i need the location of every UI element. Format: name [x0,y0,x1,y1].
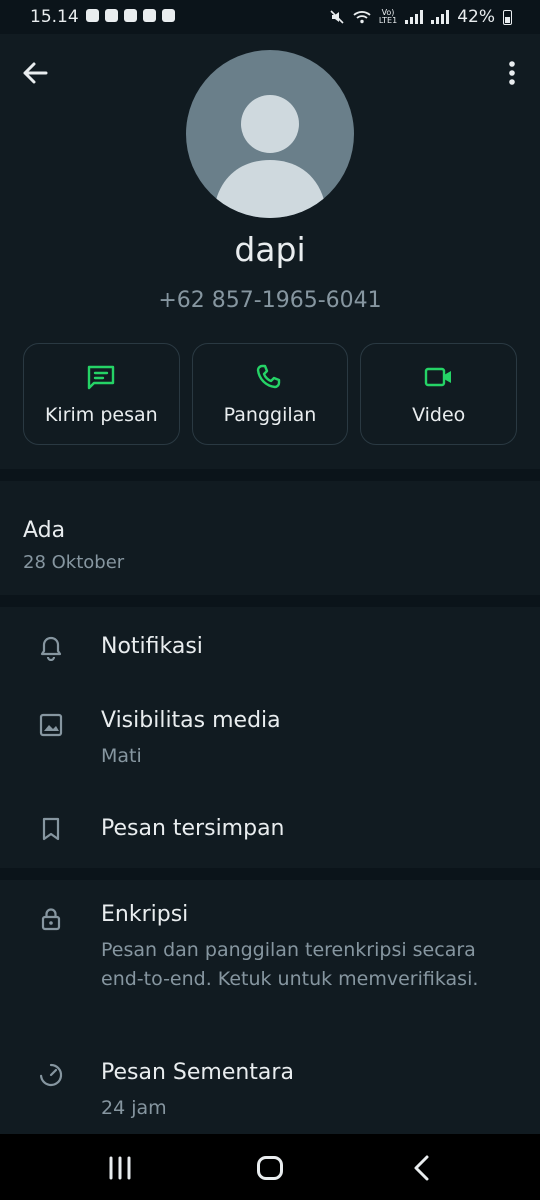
send-message-button[interactable]: Kirim pesan [23,343,180,445]
battery-percent: 42% [457,7,495,27]
bookmark-icon [42,817,60,841]
status-bar: 15.14 Vo) LTE1 42% [0,0,540,34]
battery-icon [503,9,512,25]
mute-icon [330,10,344,24]
encryption-title: Enkripsi [101,902,189,927]
status-right: Vo) LTE1 42% [329,7,512,27]
telegram-icon [86,9,99,22]
nav-back-icon[interactable] [410,1154,434,1182]
action-buttons: Kirim pesan Panggilan Video [23,343,518,445]
media-visibility-value: Mati [101,745,142,767]
saved-messages-row[interactable]: Pesan tersimpan [0,792,540,874]
recent-apps-icon[interactable] [106,1156,134,1180]
call-label: Panggilan [223,404,317,426]
encryption-description: Pesan dan panggilan terenkripsi secara e… [101,939,479,990]
contact-phone: +62 857-1965-6041 [158,288,382,313]
about-date: 28 Oktober [23,552,125,573]
status-time: 15.14 [30,7,79,27]
more-options-icon[interactable] [504,58,520,88]
section-divider [0,469,540,481]
signal-icon-1 [405,10,424,24]
image-icon [39,713,63,737]
disappearing-messages-title: Pesan Sementara [101,1060,294,1085]
message-icon [88,365,115,390]
about-text: Ada [23,518,66,543]
contact-avatar[interactable] [186,50,354,218]
saved-messages-title: Pesan tersimpan [101,816,285,841]
bell-icon [40,636,62,661]
home-icon[interactable] [257,1156,283,1180]
default-avatar-icon [216,95,324,218]
disappearing-messages-value: 24 jam [101,1097,167,1119]
notification-icons [86,9,175,22]
facebook-icon [105,9,118,22]
lock-icon [41,908,61,931]
encryption-row[interactable]: Enkripsi Pesan dan panggilan terenkripsi… [0,880,540,1040]
capcut-icon [124,9,137,22]
back-arrow-icon[interactable] [20,58,50,88]
notifications-title: Notifikasi [101,634,203,659]
call-button[interactable]: Panggilan [191,343,349,445]
contact-name: dapi [234,230,306,269]
video-icon [424,367,451,387]
phone-icon [256,364,281,389]
lte-label: LTE1 [378,16,398,25]
send-message-label: Kirim pesan [44,404,158,426]
wifi-icon [353,11,371,24]
system-nav-bar [0,1134,540,1200]
media-visibility-row[interactable]: Visibilitas media Mati [0,692,540,792]
timer-icon [39,1063,63,1087]
video-call-button[interactable]: Video [360,343,518,445]
media-visibility-title: Visibilitas media [101,708,281,733]
capcut-icon-2 [162,9,175,22]
volte-indicator: Vo) LTE1 [379,9,397,25]
signal-icon-2 [431,10,450,24]
youtube-icon [143,9,156,22]
notifications-row[interactable]: Notifikasi [0,606,540,692]
section-divider [0,868,540,880]
video-label: Video [412,404,466,426]
disappearing-messages-row[interactable]: Pesan Sementara 24 jam [0,1040,540,1130]
